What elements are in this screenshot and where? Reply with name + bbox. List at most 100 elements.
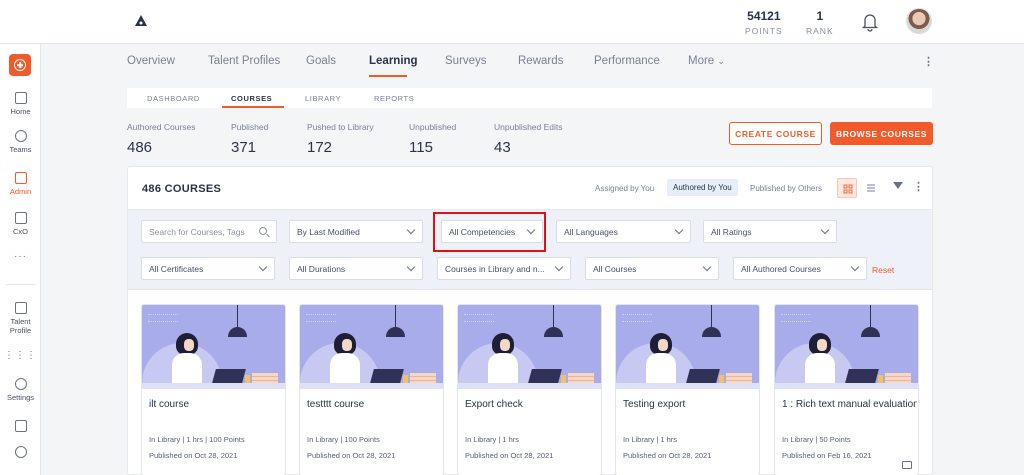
filters-bar: Search for Courses, Tags By Last Modifie… xyxy=(128,209,932,290)
library-dropdown[interactable]: Courses in Library and n... xyxy=(437,257,571,280)
course-card[interactable]: ilt course In Library | 1 hrs | 100 Poin… xyxy=(141,304,286,475)
course-thumbnail xyxy=(616,305,759,389)
tab-talent-profiles[interactable]: Talent Profiles xyxy=(208,55,280,67)
tab-rewards[interactable]: Rewards xyxy=(518,55,563,67)
rank-stat[interactable]: 1 RANK xyxy=(806,9,834,36)
sidebar-item-cxo[interactable]: CxO xyxy=(0,212,41,236)
chevron-down-icon xyxy=(406,225,416,235)
course-card[interactable]: 1 : Rich text manual evaluation In Libra… xyxy=(774,304,919,475)
comment-icon[interactable] xyxy=(902,461,912,469)
courses-dropdown[interactable]: All Courses xyxy=(585,257,719,280)
languages-dropdown[interactable]: All Languages xyxy=(556,220,691,243)
sidebar-item-label: Talent Profile xyxy=(9,317,32,335)
kpi-label: Pushed to Library xyxy=(307,122,374,132)
course-card[interactable]: Export check In Library | 1 hrs Publishe… xyxy=(457,304,602,475)
sidebar-item-label: Admin xyxy=(9,187,32,196)
course-title[interactable]: Testing export xyxy=(623,399,758,410)
profile-icon xyxy=(14,302,27,314)
tab-more[interactable]: More ⌄ xyxy=(688,55,725,67)
course-thumbnail xyxy=(458,305,601,389)
subtab-dashboard[interactable]: DASHBOARD xyxy=(147,94,200,103)
kpi-value: 371 xyxy=(231,139,257,156)
chevron-down-icon xyxy=(674,225,684,235)
sidebar-item-admin[interactable]: Admin xyxy=(0,172,41,196)
course-title[interactable]: testttt course xyxy=(307,399,442,410)
course-published-date: Published on Oct 28, 2021 xyxy=(149,451,238,460)
avatar[interactable] xyxy=(906,8,932,34)
kpi-label: Authored Courses xyxy=(127,122,196,132)
subtab-courses[interactable]: COURSES xyxy=(231,94,272,103)
kpi-unpublished-edits: Unpublished Edits 43 xyxy=(494,122,563,156)
browse-courses-button[interactable]: BROWSE COURSES xyxy=(830,122,933,145)
course-meta: In Library | 1 hrs xyxy=(465,435,520,444)
plus-icon xyxy=(14,59,26,71)
kpi-unpublished: Unpublished 115 xyxy=(409,122,456,156)
more-dots-icon[interactable]: ··· xyxy=(0,251,41,262)
create-course-button[interactable]: CREATE COURSE xyxy=(729,122,822,145)
kpi-value: 486 xyxy=(127,139,153,156)
course-thumbnail xyxy=(142,305,285,389)
courses-count-title: 486 COURSES xyxy=(142,183,222,195)
course-title[interactable]: ilt course xyxy=(149,399,284,410)
kpi-value: 43 xyxy=(494,139,511,156)
course-card[interactable]: testttt course In Library | 100 Points P… xyxy=(299,304,444,475)
sidebar-item-label: Teams xyxy=(9,145,32,154)
bell-icon[interactable] xyxy=(861,12,879,32)
sidebar-item-label: CxO xyxy=(13,227,28,236)
grid-view-button[interactable] xyxy=(837,178,857,198)
download-icon xyxy=(14,420,27,432)
add-button[interactable] xyxy=(9,54,31,76)
sort-value: By Last Modified xyxy=(297,227,360,237)
certificates-dropdown[interactable]: All Certificates xyxy=(141,257,275,280)
view-published-by-others[interactable]: Published by Others xyxy=(750,184,822,193)
course-published-date: Published on Oct 28, 2021 xyxy=(465,451,554,460)
sidebar-item-teams[interactable]: Teams xyxy=(0,130,41,154)
course-thumbnail xyxy=(300,305,443,389)
view-assigned-by-you[interactable]: Assigned by You xyxy=(595,184,654,193)
gear-icon xyxy=(14,378,27,390)
logo-icon[interactable] xyxy=(134,14,148,28)
tab-surveys[interactable]: Surveys xyxy=(445,55,487,67)
course-published-date: Published on Oct 28, 2021 xyxy=(623,451,712,460)
kpi-authored: Authored Courses 486 xyxy=(127,122,196,156)
more-options-icon[interactable]: ⋮ xyxy=(923,55,934,68)
admin-icon xyxy=(14,172,27,184)
chart-icon xyxy=(14,212,27,224)
apps-grid-icon[interactable]: ⋮⋮⋮ xyxy=(0,350,41,361)
sidebar-item-talent-profile[interactable]: Talent Profile xyxy=(0,302,41,335)
durations-dropdown[interactable]: All Durations xyxy=(289,257,423,280)
home-icon xyxy=(14,92,27,104)
tab-overview[interactable]: Overview xyxy=(127,55,175,67)
kpi-value: 172 xyxy=(307,139,333,156)
tab-learning[interactable]: Learning xyxy=(369,55,418,67)
ratings-dropdown[interactable]: All Ratings xyxy=(703,220,837,243)
durations-value: All Durations xyxy=(297,264,346,274)
reset-link[interactable]: Reset xyxy=(872,265,894,275)
panel-options-icon[interactable]: ⋮ xyxy=(913,180,924,193)
help-button[interactable] xyxy=(0,446,41,461)
teams-icon xyxy=(14,130,27,142)
course-title[interactable]: Export check xyxy=(465,399,600,410)
search-icon xyxy=(259,227,267,235)
course-title[interactable]: 1 : Rich text manual evaluation xyxy=(782,399,917,410)
active-subtab-indicator xyxy=(222,106,284,108)
sidebar-item-home[interactable]: Home xyxy=(0,92,41,116)
languages-value: All Languages xyxy=(564,227,618,237)
course-published-date: Published on Feb 16, 2021 xyxy=(782,451,872,460)
download-button[interactable] xyxy=(0,420,41,435)
tab-goals[interactable]: Goals xyxy=(306,55,336,67)
authored-dropdown[interactable]: All Authored Courses xyxy=(733,257,867,280)
points-stat[interactable]: 54121 POINTS xyxy=(745,9,783,36)
list-view-button[interactable] xyxy=(861,178,881,198)
sort-dropdown[interactable]: By Last Modified xyxy=(289,220,423,243)
filter-icon[interactable] xyxy=(893,182,903,192)
sidebar-item-settings[interactable]: Settings xyxy=(0,378,41,402)
search-input[interactable]: Search for Courses, Tags xyxy=(141,220,277,243)
view-authored-by-you[interactable]: Authored by You xyxy=(667,179,738,196)
tab-performance[interactable]: Performance xyxy=(594,55,660,67)
library-value: Courses in Library and n... xyxy=(445,264,545,274)
subtab-library[interactable]: LIBRARY xyxy=(305,94,341,103)
subtab-reports[interactable]: REPORTS xyxy=(374,94,414,103)
course-card[interactable]: Testing export In Library | 1 hrs Publis… xyxy=(615,304,760,475)
sidebar: Home Teams Admin CxO ··· Talent Profile … xyxy=(0,44,41,475)
